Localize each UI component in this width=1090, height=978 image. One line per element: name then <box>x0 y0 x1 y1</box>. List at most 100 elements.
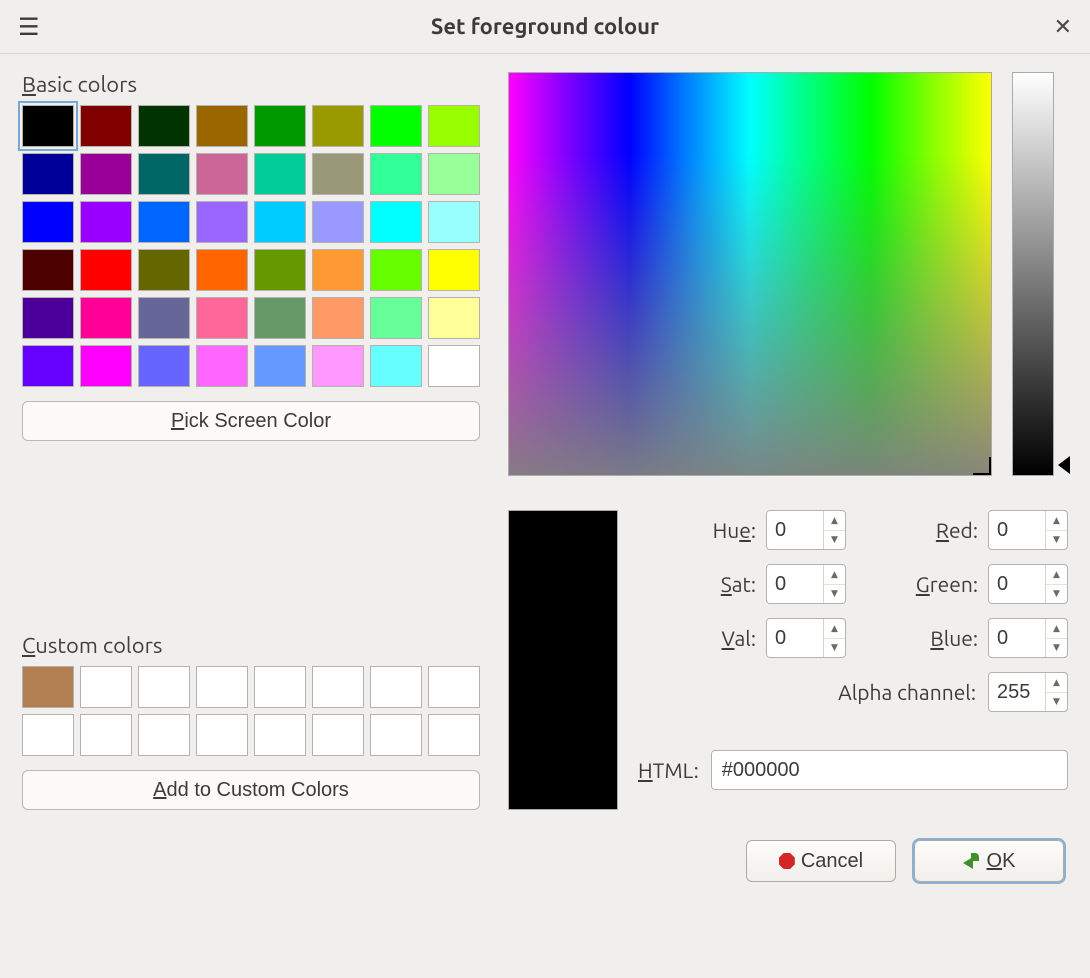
basic-color-swatch[interactable] <box>196 249 248 291</box>
basic-color-swatch[interactable] <box>254 249 306 291</box>
basic-color-swatch[interactable] <box>80 153 132 195</box>
custom-color-swatch[interactable] <box>428 666 480 708</box>
blue-step-down[interactable]: ▼ <box>1046 639 1067 658</box>
basic-color-swatch[interactable] <box>254 153 306 195</box>
basic-color-swatch[interactable] <box>22 201 74 243</box>
custom-color-swatch[interactable] <box>22 714 74 756</box>
green-step-up[interactable]: ▲ <box>1046 565 1067 585</box>
basic-color-swatch[interactable] <box>254 297 306 339</box>
blue-step-up[interactable]: ▲ <box>1046 619 1067 639</box>
blue-spinbox[interactable]: ▲▼ <box>988 618 1068 658</box>
custom-color-swatch[interactable] <box>196 714 248 756</box>
val-input[interactable] <box>767 619 823 657</box>
basic-color-swatch[interactable] <box>370 153 422 195</box>
hue-step-up[interactable]: ▲ <box>824 511 845 531</box>
basic-color-swatch[interactable] <box>370 249 422 291</box>
basic-color-swatch[interactable] <box>428 297 480 339</box>
basic-color-swatch[interactable] <box>80 345 132 387</box>
val-spinbox[interactable]: ▲▼ <box>766 618 846 658</box>
alpha-input[interactable] <box>989 673 1045 711</box>
menu-icon[interactable]: ☰ <box>18 15 40 39</box>
value-strip[interactable] <box>1012 72 1054 476</box>
custom-color-swatch[interactable] <box>428 714 480 756</box>
basic-color-swatch[interactable] <box>254 105 306 147</box>
basic-color-swatch[interactable] <box>312 201 364 243</box>
custom-color-swatch[interactable] <box>80 666 132 708</box>
basic-color-swatch[interactable] <box>80 249 132 291</box>
basic-color-swatch[interactable] <box>196 345 248 387</box>
val-step-down[interactable]: ▼ <box>824 639 845 658</box>
basic-color-swatch[interactable] <box>80 105 132 147</box>
custom-color-swatch[interactable] <box>196 666 248 708</box>
basic-color-swatch[interactable] <box>80 201 132 243</box>
sat-input[interactable] <box>767 565 823 603</box>
basic-color-swatch[interactable] <box>428 153 480 195</box>
basic-color-swatch[interactable] <box>22 345 74 387</box>
basic-color-swatch[interactable] <box>138 201 190 243</box>
custom-color-swatch[interactable] <box>138 714 190 756</box>
cancel-button[interactable]: Cancel <box>746 840 896 882</box>
blue-input[interactable] <box>989 619 1045 657</box>
ok-button[interactable]: OK <box>914 840 1064 882</box>
html-input[interactable] <box>711 750 1068 790</box>
basic-color-swatch[interactable] <box>22 105 74 147</box>
basic-color-swatch[interactable] <box>428 201 480 243</box>
basic-color-swatch[interactable] <box>428 105 480 147</box>
add-to-custom-button[interactable]: Add to Custom Colors <box>22 770 480 810</box>
basic-color-swatch[interactable] <box>196 153 248 195</box>
red-spinbox[interactable]: ▲▼ <box>988 510 1068 550</box>
basic-color-swatch[interactable] <box>312 249 364 291</box>
basic-color-swatch[interactable] <box>312 297 364 339</box>
alpha-step-up[interactable]: ▲ <box>1046 673 1067 693</box>
custom-color-swatch[interactable] <box>312 714 364 756</box>
basic-color-swatch[interactable] <box>196 297 248 339</box>
custom-color-swatch[interactable] <box>370 714 422 756</box>
basic-color-swatch[interactable] <box>428 249 480 291</box>
basic-color-swatch[interactable] <box>80 297 132 339</box>
green-step-down[interactable]: ▼ <box>1046 585 1067 604</box>
red-input[interactable] <box>989 511 1045 549</box>
custom-color-swatch[interactable] <box>138 666 190 708</box>
basic-color-swatch[interactable] <box>370 201 422 243</box>
color-field[interactable] <box>508 72 992 476</box>
basic-color-swatch[interactable] <box>370 345 422 387</box>
basic-color-swatch[interactable] <box>254 345 306 387</box>
custom-color-swatch[interactable] <box>312 666 364 708</box>
red-step-up[interactable]: ▲ <box>1046 511 1067 531</box>
basic-color-swatch[interactable] <box>138 105 190 147</box>
hue-input[interactable] <box>767 511 823 549</box>
alpha-spinbox[interactable]: ▲▼ <box>988 672 1068 712</box>
custom-color-swatch[interactable] <box>370 666 422 708</box>
basic-color-swatch[interactable] <box>22 249 74 291</box>
basic-color-swatch[interactable] <box>138 345 190 387</box>
basic-color-swatch[interactable] <box>370 105 422 147</box>
basic-color-swatch[interactable] <box>312 153 364 195</box>
basic-color-swatch[interactable] <box>138 249 190 291</box>
pick-screen-color-button[interactable]: Pick Screen Color <box>22 401 480 441</box>
sat-step-up[interactable]: ▲ <box>824 565 845 585</box>
hue-step-down[interactable]: ▼ <box>824 531 845 550</box>
hue-spinbox[interactable]: ▲▼ <box>766 510 846 550</box>
custom-color-swatch[interactable] <box>22 666 74 708</box>
custom-color-swatch[interactable] <box>254 714 306 756</box>
sat-spinbox[interactable]: ▲▼ <box>766 564 846 604</box>
custom-color-swatch[interactable] <box>254 666 306 708</box>
sat-step-down[interactable]: ▼ <box>824 585 845 604</box>
basic-color-swatch[interactable] <box>196 201 248 243</box>
red-step-down[interactable]: ▼ <box>1046 531 1067 550</box>
basic-color-swatch[interactable] <box>312 105 364 147</box>
alpha-step-down[interactable]: ▼ <box>1046 693 1067 712</box>
basic-color-swatch[interactable] <box>428 345 480 387</box>
basic-color-swatch[interactable] <box>254 201 306 243</box>
green-input[interactable] <box>989 565 1045 603</box>
basic-color-swatch[interactable] <box>196 105 248 147</box>
green-spinbox[interactable]: ▲▼ <box>988 564 1068 604</box>
val-step-up[interactable]: ▲ <box>824 619 845 639</box>
value-slider-handle[interactable] <box>1058 456 1070 474</box>
close-icon[interactable]: ✕ <box>1054 14 1072 40</box>
custom-color-swatch[interactable] <box>80 714 132 756</box>
basic-color-swatch[interactable] <box>22 153 74 195</box>
basic-color-swatch[interactable] <box>138 153 190 195</box>
basic-color-swatch[interactable] <box>22 297 74 339</box>
basic-color-swatch[interactable] <box>370 297 422 339</box>
